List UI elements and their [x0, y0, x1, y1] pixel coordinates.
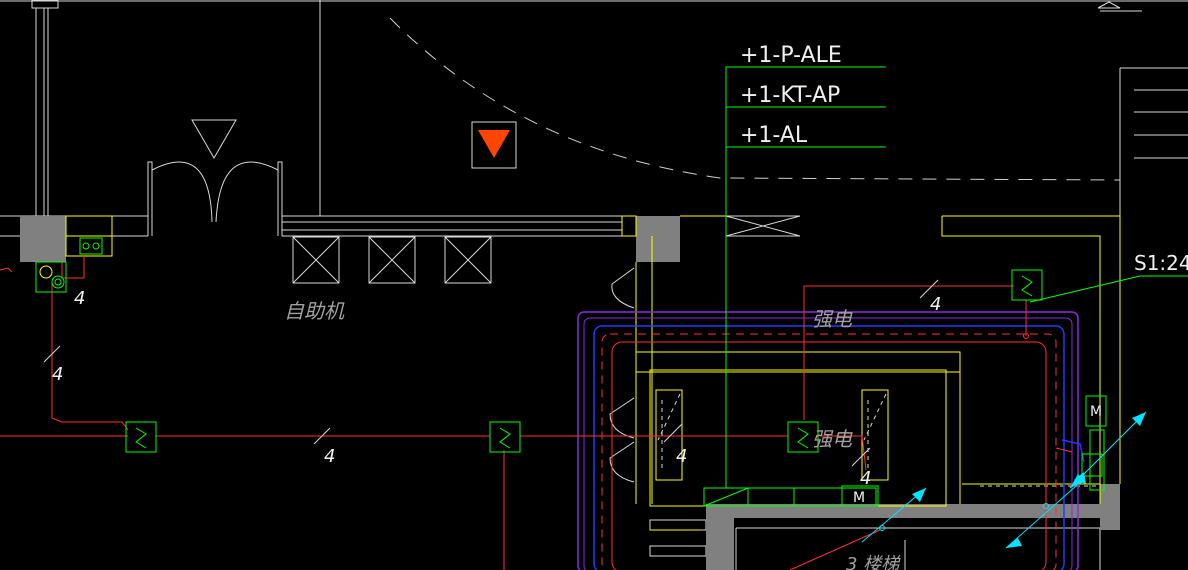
wire-count-label: 4 [52, 364, 63, 385]
panel-label-ktap: +1-KT-AP [740, 83, 840, 108]
wire-count-label: 4 [860, 468, 871, 489]
stairs-label: 3 楼梯 [846, 554, 901, 570]
cad-drawing-canvas[interactable]: +1-P-ALE +1-KT-AP +1-AL S1:24 自助机 强电 强电 … [0, 0, 1188, 570]
wire-count-label: 4 [74, 288, 85, 309]
strong-power-label-mid: 强电 [812, 427, 853, 451]
callout-label: S1:24 [1134, 251, 1188, 275]
motor-side-symbol-label: M [1090, 404, 1102, 420]
panel-label-al: +1-AL [740, 123, 808, 148]
wire-count-label: 4 [676, 446, 687, 467]
wire-count-label: 4 [324, 446, 335, 467]
strong-power-label-top: 强电 [812, 307, 853, 331]
motor-symbol-label: M [853, 490, 865, 506]
wire-count-label: 4 [930, 294, 941, 315]
atm-label: 自助机 [284, 299, 345, 323]
panel-label-ale: +1-P-ALE [740, 43, 842, 68]
